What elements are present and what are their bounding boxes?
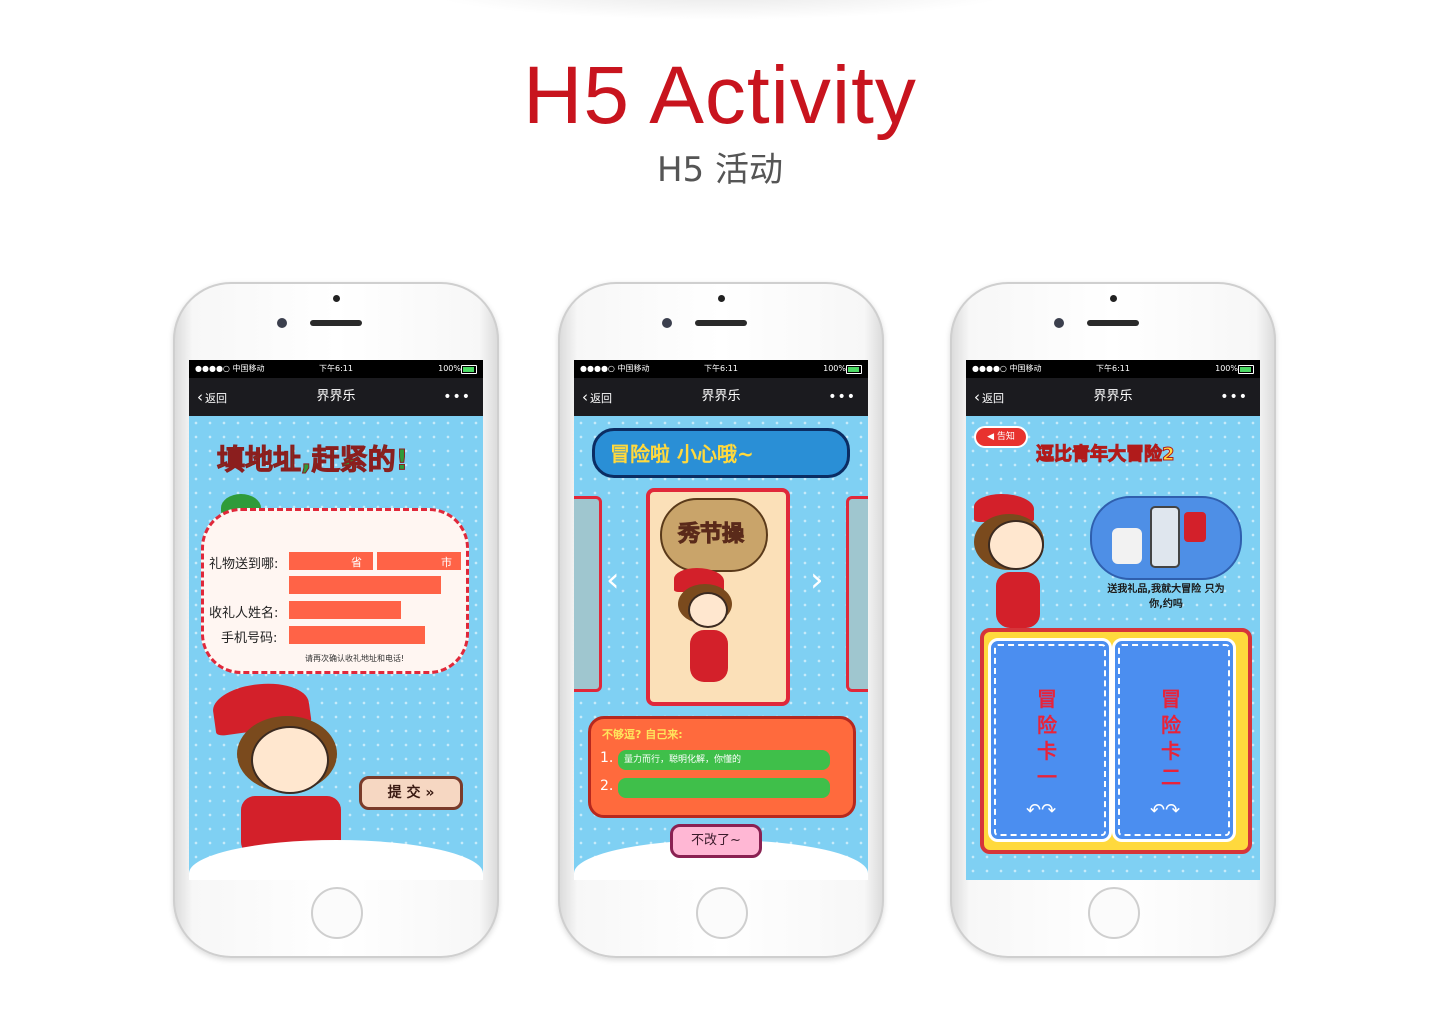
proximity-sensor [333, 295, 340, 302]
earpiece-speaker [1087, 320, 1139, 326]
nav-bar: ‹ 返回 界界乐 ••• [189, 378, 483, 416]
battery-icon [461, 365, 477, 374]
card2-label: 冒险卡二 [1161, 687, 1181, 789]
home-button[interactable] [311, 887, 363, 939]
option2-number: 2. [600, 778, 614, 794]
earpiece-speaker [695, 320, 747, 326]
recipient-name-field[interactable] [289, 601, 401, 619]
adventure-headline: 逗比青年大冒险2 [1036, 444, 1176, 466]
city-label: 市 [441, 556, 452, 569]
proximity-sensor [1110, 295, 1117, 302]
no-change-button[interactable]: 不改了~ [670, 824, 762, 858]
gift-speech: 送我礼品,我就大冒险 只为你,约吗 [1107, 584, 1225, 610]
next-arrow-icon[interactable]: › [810, 560, 824, 600]
phone-screen-2: ●●●●○ 中国移动 下午6:11 100% ‹ 返回 界界乐 ••• 冒险啦 小… [574, 360, 868, 880]
nav-title: 界界乐 [701, 389, 741, 404]
more-button[interactable]: ••• [443, 378, 471, 416]
notice-label: 告知 [996, 432, 1015, 442]
top-glow [420, 0, 1020, 20]
option2-field[interactable] [618, 778, 830, 798]
battery-icon [846, 365, 862, 374]
city-field[interactable]: 市 [377, 552, 461, 570]
submit-button[interactable]: 提 交 » [359, 776, 463, 810]
nav-title: 界界乐 [316, 389, 356, 404]
megaphone-icon: ◀ [987, 432, 995, 442]
page-subtitle: H5 活动 [656, 150, 783, 190]
prev-arrow-icon[interactable]: ‹ [606, 560, 620, 600]
battery-percent: 100% [438, 364, 461, 373]
notice-badge[interactable]: ◀ 告知 [974, 426, 1028, 448]
address-headline: 填地址,赶紧的! [216, 443, 409, 477]
h5-address-page: 填地址,赶紧的! 礼物送到哪: 省 市 收礼人姓名: 手机号码: 请再次确认收礼… [189, 416, 483, 880]
phone-number-label: 手机号码: [221, 631, 278, 646]
phone-screen-1: ●●●●○ 中国移动 下午6:11 100% ‹ 返回 界界乐 ••• 填地址,赶… [189, 360, 483, 880]
address-label: 礼物送到哪: [209, 557, 279, 572]
front-camera [277, 318, 287, 328]
proximity-sensor [718, 295, 725, 302]
page-title: H5 Activity [523, 50, 917, 141]
panel-title: 不够逗? 自己来: [602, 728, 683, 741]
home-button[interactable] [1088, 887, 1140, 939]
character-face [988, 520, 1044, 570]
next-card-peek [846, 496, 868, 692]
street-address-field[interactable] [289, 576, 441, 594]
province-label: 省 [351, 556, 362, 569]
stocking-icon [1184, 512, 1206, 542]
more-button[interactable]: ••• [828, 378, 856, 416]
prev-card-peek [574, 496, 602, 692]
front-camera [1054, 318, 1064, 328]
nav-bar: ‹ 返回 界界乐 ••• [574, 378, 868, 416]
card-title: 秀节操 [677, 522, 745, 548]
phone-mockup-3: ●●●●○ 中国移动 下午6:11 100% ‹ 返回 界界乐 ••• ◀ 告知 … [950, 282, 1276, 958]
confirm-note: 请再次确认收礼地址和电话! [305, 654, 405, 663]
status-bar: ●●●●○ 中国移动 下午6:11 100% [966, 360, 1260, 378]
phone-mockup-1: ●●●●○ 中国移动 下午6:11 100% ‹ 返回 界界乐 ••• 填地址,赶… [173, 282, 499, 958]
more-button[interactable]: ••• [1220, 378, 1248, 416]
santa-body [996, 572, 1040, 628]
character-face [688, 592, 728, 628]
smartphone-gift-icon [1150, 506, 1180, 568]
drinks-gift-icon [1112, 528, 1142, 564]
character-face [251, 726, 329, 794]
phone-screen-3: ●●●●○ 中国移动 下午6:11 100% ‹ 返回 界界乐 ••• ◀ 告知 … [966, 360, 1260, 880]
option1-field[interactable]: 量力而行，聪明化解，你懂的 [618, 750, 830, 770]
battery-percent: 100% [1215, 364, 1238, 373]
home-button[interactable] [696, 887, 748, 939]
h5-card-pick-page: 冒险啦 小心哦~ 秀节操 ‹ › 不够逗? 自己来: 1. 量力而行，聪明化解，… [574, 416, 868, 880]
santa-body [690, 630, 728, 682]
status-bar: ●●●●○ 中国移动 下午6:11 100% [189, 360, 483, 378]
card2-flip-icon: ↶↷ [1150, 800, 1181, 821]
card1-label: 冒险卡一 [1037, 687, 1057, 789]
status-bar: ●●●●○ 中国移动 下午6:11 100% [574, 360, 868, 378]
nav-bar: ‹ 返回 界界乐 ••• [966, 378, 1260, 416]
nav-title: 界界乐 [1093, 389, 1133, 404]
battery-icon [1238, 365, 1254, 374]
adventure-headline: 冒险啦 小心哦~ [610, 442, 754, 466]
battery-percent: 100% [823, 364, 846, 373]
card1-flip-icon: ↶↷ [1026, 800, 1057, 821]
earpiece-speaker [310, 320, 362, 326]
phone-mockup-2: ●●●●○ 中国移动 下午6:11 100% ‹ 返回 界界乐 ••• 冒险啦 小… [558, 282, 884, 958]
h5-adventure-cards-page: ◀ 告知 逗比青年大冒险2 送我礼品,我就大冒险 只为你,约吗 冒险卡一 ↶↷ … [966, 416, 1260, 880]
phone-number-field[interactable] [289, 626, 425, 644]
recipient-name-label: 收礼人姓名: [209, 606, 279, 621]
province-field[interactable]: 省 [289, 552, 373, 570]
front-camera [662, 318, 672, 328]
option1-number: 1. [600, 750, 614, 766]
